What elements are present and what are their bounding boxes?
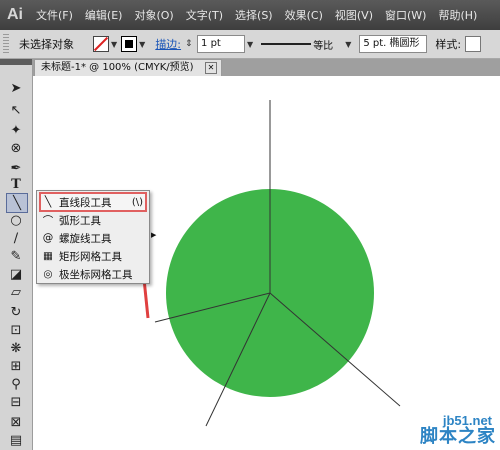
flyout-item-arc[interactable]: ⌒ 弧形工具 xyxy=(41,212,145,228)
watermark: jb51.net 脚本之家 xyxy=(380,410,500,450)
flyout-item-line-segment[interactable]: ╲ 直线段工具 (\) xyxy=(39,192,147,212)
flyout-item-spiral[interactable]: @ 螺旋线工具 xyxy=(41,230,145,246)
rectangular-grid-icon: ▦ xyxy=(43,250,53,262)
tearoff-arrow-icon[interactable]: ▶ xyxy=(151,231,157,239)
watermark-name: 脚本之家 xyxy=(420,426,496,447)
flyout-item-rectangular-grid[interactable]: ▦ 矩形网格工具 xyxy=(41,248,145,264)
spiral-icon: @ xyxy=(42,232,54,244)
arc-icon: ⌒ xyxy=(42,214,54,227)
flyout-item-polar-grid[interactable]: ◎ 极坐标网格工具 xyxy=(41,266,145,282)
line-segment-icon: ╲ xyxy=(44,196,52,208)
line-tool-flyout: ╲ 直线段工具 (\) ⌒ 弧形工具 @ 螺旋线工具 ▦ 矩形网格工具 ◎ 极坐… xyxy=(36,190,156,284)
polar-grid-icon: ◎ xyxy=(43,268,53,280)
